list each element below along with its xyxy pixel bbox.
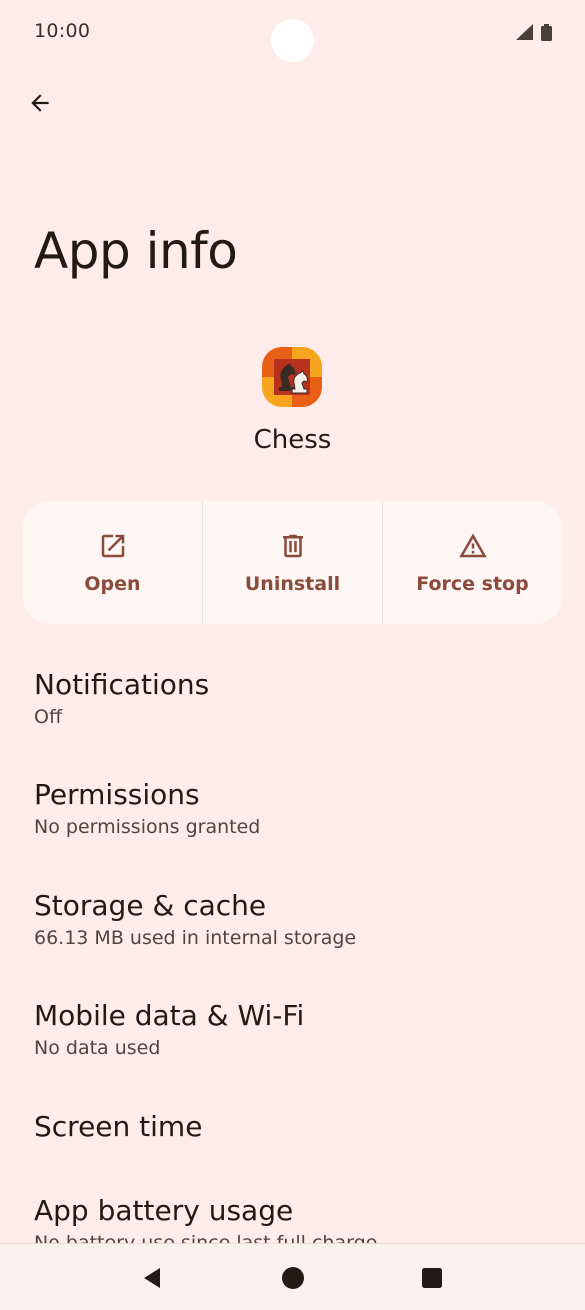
nav-recents-button[interactable] — [414, 1260, 450, 1296]
status-bar: 10:00 — [0, 0, 585, 66]
navigation-bar — [0, 1243, 585, 1310]
nav-home-button[interactable] — [275, 1260, 311, 1296]
warning-icon — [458, 533, 487, 558]
trash-icon — [282, 534, 303, 558]
status-icons — [515, 23, 552, 41]
storage-cache-title: Storage & cache — [34, 889, 267, 922]
uninstall-button[interactable]: Uninstall — [203, 501, 383, 624]
arrow-back-icon — [31, 94, 49, 112]
storage-cache-item[interactable]: Storage & cache 66.13 MB used in interna… — [0, 889, 585, 949]
status-time: 10:00 — [34, 20, 91, 42]
signal-icon — [516, 24, 533, 40]
permissions-item[interactable]: Permissions No permissions granted — [0, 778, 585, 838]
storage-cache-subtitle: 66.13 MB used in internal storage — [34, 927, 357, 949]
notifications-subtitle: Off — [34, 706, 63, 728]
battery-icon — [541, 23, 552, 41]
mobile-data-wifi-title: Mobile data & Wi-Fi — [34, 999, 305, 1032]
force-stop-label: Force stop — [416, 573, 529, 595]
back-button[interactable] — [20, 83, 60, 123]
app-name: Chess — [253, 425, 332, 455]
permissions-subtitle: No permissions granted — [34, 816, 261, 838]
camera-cutout — [271, 19, 314, 62]
force-stop-button[interactable]: Force stop — [383, 501, 562, 624]
chess-app-icon — [262, 347, 322, 407]
app-info-screen: 10:00 App info Chess Open Uninstall Forc… — [0, 0, 585, 1310]
back-triangle-icon — [144, 1268, 160, 1288]
screen-time-item[interactable]: Screen time — [0, 1110, 585, 1143]
open-button[interactable]: Open — [23, 501, 203, 624]
home-circle-icon — [282, 1267, 304, 1289]
notifications-item[interactable]: Notifications Off — [0, 668, 585, 728]
mobile-data-wifi-item[interactable]: Mobile data & Wi-Fi No data used — [0, 999, 585, 1059]
mobile-data-wifi-subtitle: No data used — [34, 1037, 161, 1059]
screen-time-title: Screen time — [34, 1110, 203, 1143]
app-actions-card: Open Uninstall Force stop — [23, 501, 562, 624]
notifications-title: Notifications — [34, 668, 210, 701]
uninstall-label: Uninstall — [244, 573, 341, 595]
open-external-icon — [101, 534, 124, 558]
app-battery-usage-title: App battery usage — [34, 1194, 294, 1227]
recents-square-icon — [422, 1268, 442, 1288]
nav-back-button[interactable] — [134, 1260, 170, 1296]
open-label: Open — [84, 573, 141, 595]
permissions-title: Permissions — [34, 778, 200, 811]
page-title: App info — [34, 222, 238, 280]
